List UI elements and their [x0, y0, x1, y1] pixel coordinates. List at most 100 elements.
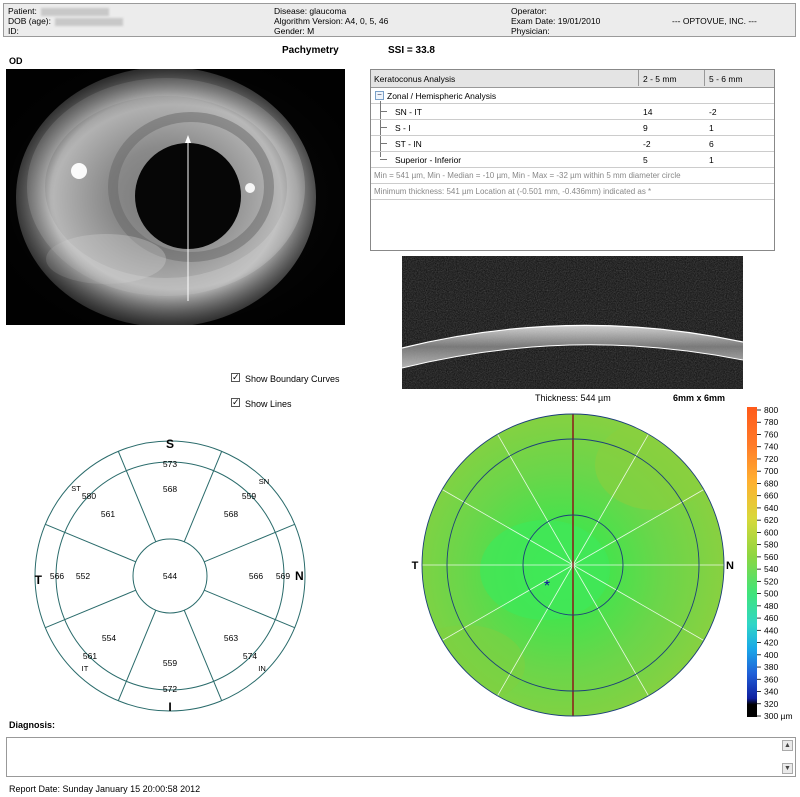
show-boundary-checkbox[interactable]: ✓	[231, 373, 240, 382]
scale-tick-label: 300 µm	[764, 711, 793, 721]
scale-tick-label: 480	[764, 601, 778, 611]
scale-tick-label: 680	[764, 478, 778, 488]
sector-inner-it: 554	[102, 633, 116, 643]
table-row: Superior - Inferior 5 1	[371, 151, 774, 168]
sector-label-s: S	[166, 437, 174, 451]
patient-label: Patient:	[8, 6, 109, 16]
report-header: Patient: DOB (age): ID: Disease: glaucom…	[3, 3, 796, 37]
eye-label: OD	[9, 56, 23, 66]
summary-note: Min = 541 µm, Min - Median = -10 µm, Min…	[374, 171, 681, 180]
oct-cross-section-image	[402, 256, 743, 389]
scale-tick-label: 800	[764, 405, 778, 415]
scale-tick-label: 620	[764, 515, 778, 525]
operator-text: Operator:	[511, 6, 547, 16]
col-2-5mm: 2 - 5 mm	[643, 74, 677, 84]
scale-tick-label: 760	[764, 429, 778, 439]
scale-tick-label: 320	[764, 699, 778, 709]
sector-label-it: IT	[82, 664, 89, 673]
color-map-label-t: T	[412, 560, 419, 572]
scale-tick-label: 660	[764, 491, 778, 501]
sector-inner-s: 568	[163, 484, 177, 494]
scale-tick-label: 740	[764, 442, 778, 452]
sector-outer-it: 561	[83, 651, 97, 661]
ssi-value: SSI = 33.8	[388, 45, 435, 56]
scale-tick-label: 600	[764, 527, 778, 537]
disease-text: Disease: glaucoma	[274, 6, 347, 16]
group-row[interactable]	[371, 87, 774, 104]
sector-inner-st: 561	[101, 509, 115, 519]
scale-tick-label: 640	[764, 503, 778, 513]
sector-label-sn: SN	[259, 477, 269, 486]
keratoconus-table: Keratoconus Analysis 2 - 5 mm 5 - 6 mm −…	[370, 69, 775, 251]
scan-size: 6mm x 6mm	[673, 393, 726, 403]
sector-outer-s: 573	[163, 459, 177, 469]
redacted-patient-name	[40, 7, 109, 16]
col-5-6mm: 5 - 6 mm	[709, 74, 743, 84]
sector-outer-t: 566	[50, 571, 64, 581]
diagnosis-textarea[interactable]: ▲ ▼	[6, 737, 796, 777]
sector-outer-n: 569	[276, 571, 290, 581]
scale-tick-label: 540	[764, 564, 778, 574]
gender-text: Gender: M	[274, 26, 315, 36]
scale-tick-label: 440	[764, 625, 778, 635]
table-title: Keratoconus Analysis	[374, 74, 456, 84]
diagnosis-label: Diagnosis:	[9, 720, 56, 730]
color-scale: 800 780 760 740 720 700 680 660 640 620 600 580 560 5…	[747, 405, 793, 721]
eye-image	[6, 69, 345, 325]
company-text: --- OPTOVUE, INC. ---	[672, 16, 757, 26]
show-lines-checkbox[interactable]: ✓	[231, 398, 240, 407]
sector-label-n: N	[295, 569, 304, 583]
thickness-value: Thickness: 544 µm	[535, 393, 611, 403]
redacted-dob	[55, 17, 123, 26]
sector-inner-i: 559	[163, 658, 177, 668]
physician-text: Physician:	[511, 26, 550, 36]
sector-inner-n: 566	[249, 571, 263, 581]
scale-tick-label: 460	[764, 613, 778, 623]
page-title: Pachymetry	[282, 45, 339, 56]
scroll-up-icon[interactable]: ▲	[782, 740, 793, 751]
scale-tick-label: 340	[764, 687, 778, 697]
scroll-down-icon[interactable]: ▼	[782, 763, 793, 774]
table-row: SN - IT 14 -2	[371, 103, 774, 120]
exam-date-text: Exam Date: 19/01/2010	[511, 16, 601, 26]
scale-tick-label: 580	[764, 540, 778, 550]
sector-outer-st: 580	[82, 491, 96, 501]
min-thickness-row: Minimum thickness: 541 µm Location at (-…	[371, 183, 774, 200]
show-lines-label: Show Lines	[245, 399, 292, 409]
summary-row: Min = 541 µm, Min - Median = -10 µm, Min…	[371, 167, 774, 184]
thickness-color-map: * T N	[412, 413, 734, 717]
sector-map: 544 568 568 566 563 559 554 552 561 573 …	[34, 437, 306, 714]
min-thickness-marker: *	[544, 578, 550, 595]
scale-tick-label: 520	[764, 576, 778, 586]
scale-tick-label: 400	[764, 650, 778, 660]
dob-label: DOB (age):	[8, 16, 123, 26]
sector-inner-t: 552	[76, 571, 90, 581]
sector-inner-sn: 568	[224, 509, 238, 519]
color-map-label-n: N	[726, 560, 734, 572]
sector-outer-i: 572	[163, 684, 177, 694]
sector-center-value: 544	[163, 571, 177, 581]
min-thickness-note: Minimum thickness: 541 µm Location at (-…	[374, 187, 652, 196]
scale-tick-label: 720	[764, 454, 778, 464]
sector-label-st: ST	[71, 484, 81, 493]
scale-tick-label: 420	[764, 638, 778, 648]
table-row: S - I 9 1	[371, 119, 774, 136]
table-header: Keratoconus Analysis 2 - 5 mm 5 - 6 mm	[371, 70, 774, 88]
id-label: ID:	[8, 26, 19, 36]
scale-tick-label: 700	[764, 466, 778, 476]
show-boundary-label: Show Boundary Curves	[245, 374, 340, 384]
scale-tick-label: 360	[764, 674, 778, 684]
sector-label-t: T	[35, 573, 43, 587]
table-row: ST - IN -2 6	[371, 135, 774, 152]
sector-label-in: IN	[258, 664, 266, 673]
scale-tick-label: 500	[764, 589, 778, 599]
algorithm-text: Algorithm Version: A4, 0, 5, 46	[274, 16, 389, 26]
sector-inner-in: 563	[224, 633, 238, 643]
sector-outer-in: 574	[243, 651, 257, 661]
scale-tick-label: 380	[764, 662, 778, 672]
sector-outer-sn: 559	[242, 491, 256, 501]
sector-label-i: I	[168, 700, 171, 714]
scale-tick-label: 780	[764, 417, 778, 427]
scale-tick-label: 560	[764, 552, 778, 562]
report-date: Report Date: Sunday January 15 20:00:58 …	[9, 784, 201, 794]
